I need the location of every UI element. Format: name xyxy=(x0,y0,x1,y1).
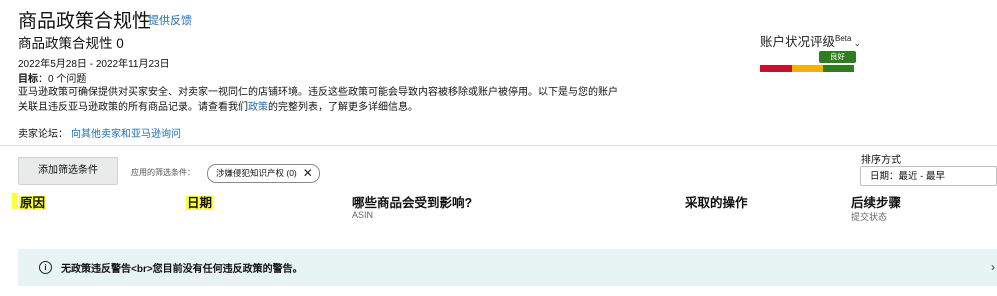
health-segment-fair xyxy=(792,65,823,72)
description-line-2: 关联且违反亚马逊政策的所有商品记录。请查看我们政策的完整列表，了解更多详细信息。 xyxy=(18,100,618,115)
column-header-date[interactable]: 日期 xyxy=(186,192,214,211)
column-header-next-steps[interactable]: 后续步骤 xyxy=(851,192,901,211)
column-sub-asin: ASIN xyxy=(352,210,374,220)
column-header-reason[interactable]: 原因 xyxy=(19,192,47,211)
chevron-down-icon: ⌄ xyxy=(853,38,862,48)
health-rating-badge: 良好 xyxy=(819,51,856,63)
applied-filters-label: 应用的筛选条件： xyxy=(131,168,195,177)
filter-chip-label: 涉嫌侵犯知识产权 (0) xyxy=(216,168,297,178)
column-sub-submission-status: 提交状态 xyxy=(851,212,888,222)
column-title-date: 日期 xyxy=(186,196,214,210)
health-segment-poor xyxy=(760,65,792,72)
health-segment-good xyxy=(823,65,854,72)
filter-chip: 涉嫌侵犯知识产权 (0) ✕ xyxy=(207,164,320,183)
highlight-mark xyxy=(12,193,17,209)
policy-link[interactable]: 政策 xyxy=(248,102,268,113)
column-header-affected-items[interactable]: 哪些商品会受到影响? xyxy=(352,192,472,211)
add-filter-button[interactable]: 添加筛选条件 xyxy=(18,157,118,185)
compliance-subtitle: 商品政策合规性 0 xyxy=(18,36,124,51)
feedback-link[interactable]: 提供反馈 xyxy=(148,12,192,28)
health-rating-bar xyxy=(760,65,854,72)
page-title: 商品政策合规性 xyxy=(18,11,152,32)
account-health-dropdown[interactable]: 账户状况评级Beta ⌄ xyxy=(760,31,861,50)
column-header-action-taken[interactable]: 采取的操作 xyxy=(685,192,748,211)
close-icon[interactable]: ✕ xyxy=(303,165,313,182)
column-title-reason: 原因 xyxy=(19,196,47,210)
alert-message: 无政策违反警告<br>您目前没有任何违反政策的警告。 xyxy=(61,264,303,275)
account-health-label: 账户状况评级 xyxy=(760,35,836,49)
description-prefix: 关联且违反亚马逊政策的所有商品记录。请查看我们 xyxy=(18,102,248,113)
target-line: 目标：0 个问题 xyxy=(18,70,86,85)
date-range: 2022年5月28日 - 2022年11月23日 xyxy=(18,59,170,70)
section-divider xyxy=(0,145,997,146)
policy-description: 亚马逊政策可确保提供对买家安全、对卖家一视同仁的店铺环境。违反这些政策可能会导致… xyxy=(18,85,618,115)
no-violation-alert: i 无政策违反警告<br>您目前没有任何违反政策的警告。 › xyxy=(18,249,997,286)
sort-select[interactable]: 日期：最近 - 最早 xyxy=(860,166,997,186)
beta-tag: Beta xyxy=(835,34,852,43)
info-icon: i xyxy=(39,261,52,274)
forum-link[interactable]: 向其他卖家和亚马逊询问 xyxy=(71,129,181,140)
description-line-1: 亚马逊政策可确保提供对买家安全、对卖家一视同仁的店铺环境。违反这些政策可能会导致… xyxy=(18,87,618,98)
sort-label: 排序方式 xyxy=(861,155,901,166)
description-suffix: 的完整列表，了解更多详细信息。 xyxy=(268,102,418,113)
chevron-right-icon[interactable]: › xyxy=(991,260,995,274)
forum-label: 卖家论坛： xyxy=(18,129,68,140)
target-value: ：0 个问题 xyxy=(38,74,87,85)
target-label: 目标 xyxy=(18,74,38,85)
seller-forum: 卖家论坛： 向其他卖家和亚马逊询问 xyxy=(18,125,181,140)
